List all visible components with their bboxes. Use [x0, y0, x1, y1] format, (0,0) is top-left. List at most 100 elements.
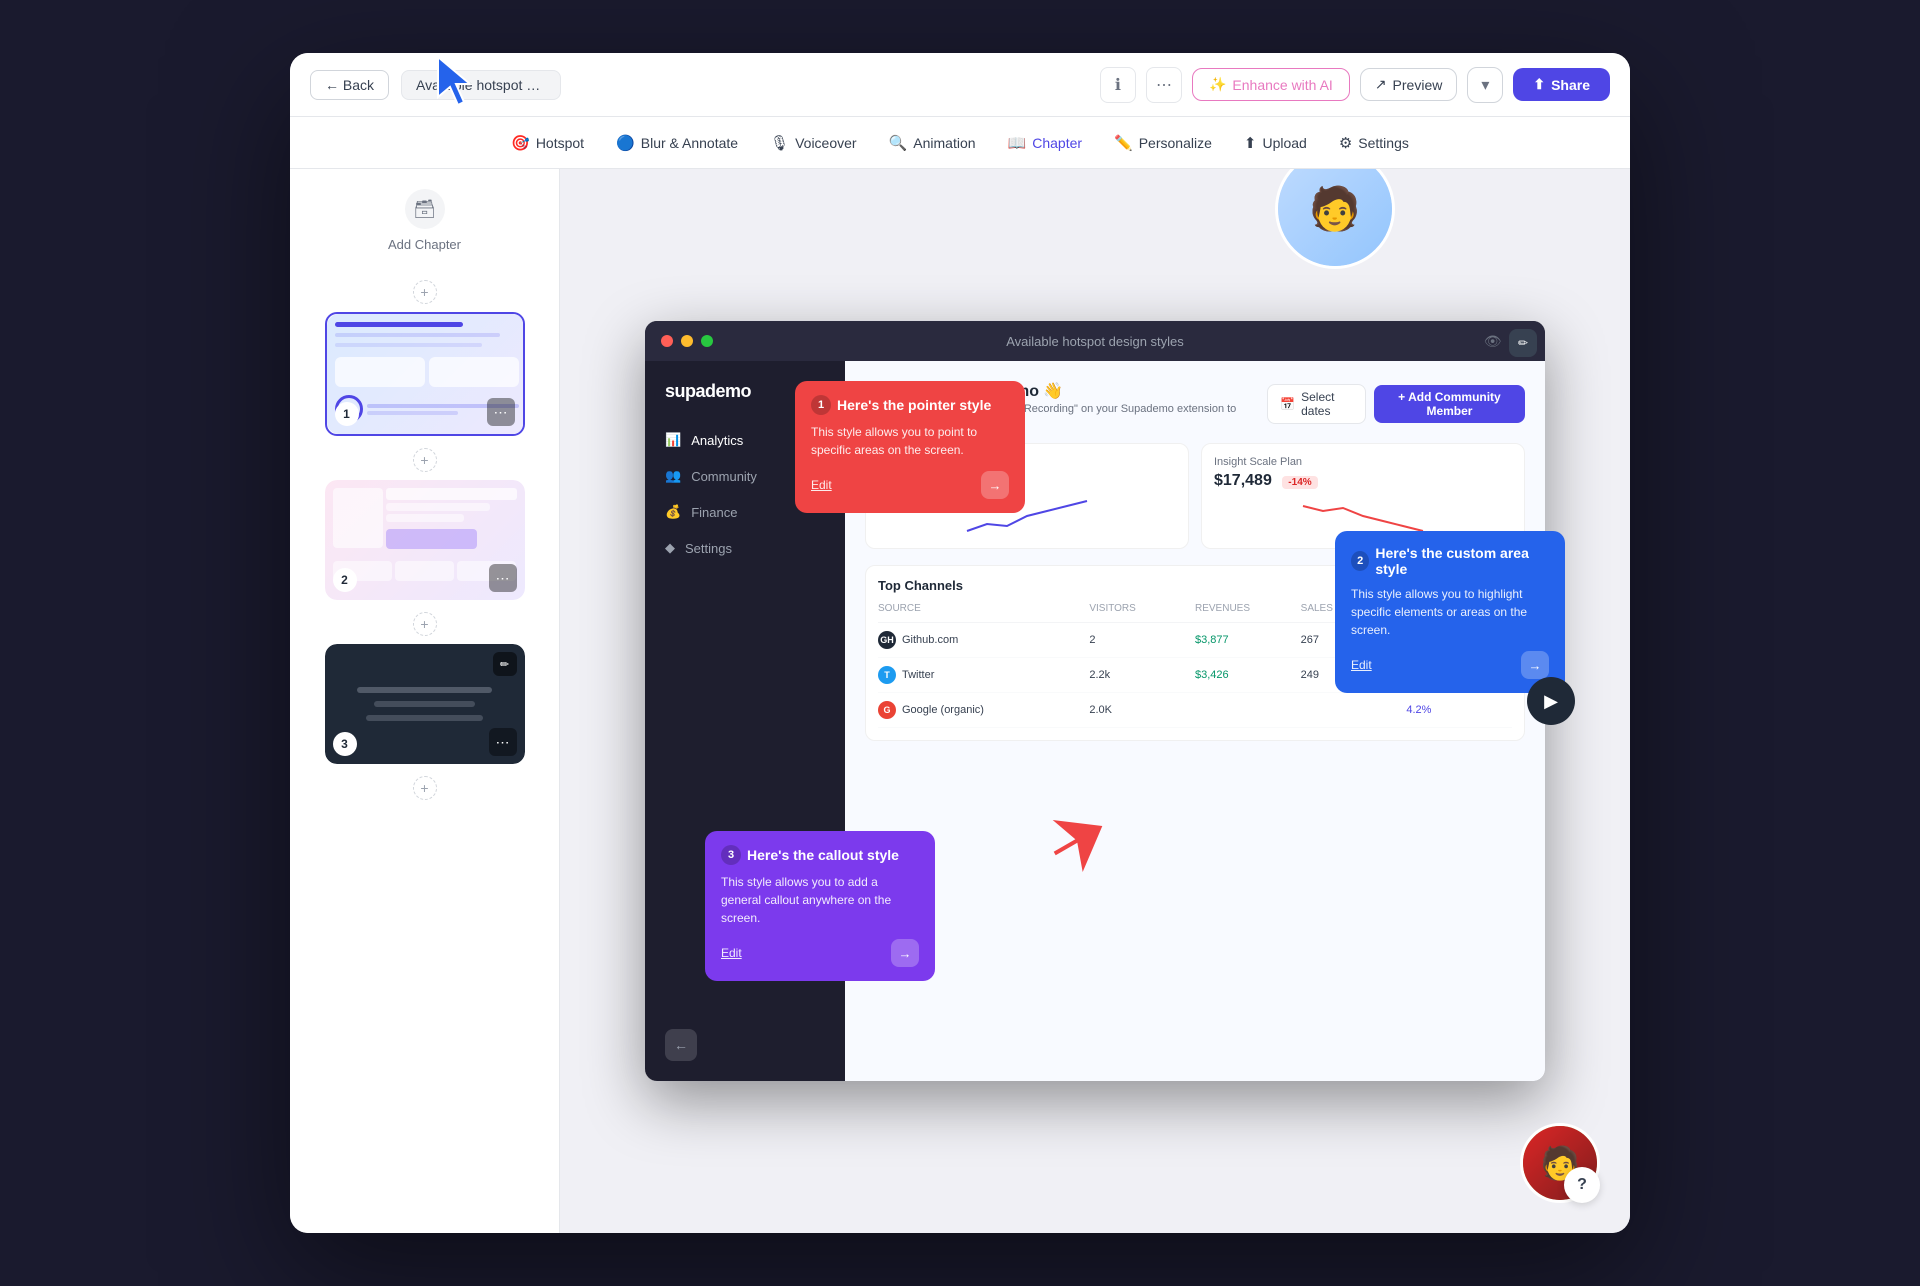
pointer-tooltip-text: This style allows you to point to specif… [811, 423, 1009, 459]
add-chapter-divider-3[interactable]: + [413, 612, 437, 636]
chapter-3-edit[interactable]: ✏ [493, 652, 517, 676]
inner-nav-settings[interactable]: ◆ Settings [645, 530, 845, 566]
add-chapter-divider-4[interactable]: + [413, 776, 437, 800]
back-arrow-button[interactable]: ← [665, 1029, 697, 1061]
sparkle-icon: ✨ [1209, 76, 1226, 93]
close-dot [661, 335, 673, 347]
chapter-item-2[interactable]: 2 ⋯ [325, 480, 525, 600]
custom-edit-link[interactable]: Edit [1351, 658, 1372, 672]
stat-scale-value-row: $17,489 -14% [1214, 472, 1512, 490]
maximize-dot [701, 335, 713, 347]
toolbar-blur[interactable]: 🔵 Blur & Annotate [602, 128, 752, 158]
community-icon: 👥 [665, 468, 681, 484]
add-chapter-divider-1[interactable]: + [413, 280, 437, 304]
header-left: ← Back Available hotspot design styles [310, 70, 561, 100]
github-visitors: 2 [1089, 634, 1195, 646]
share-label: Share [1551, 77, 1590, 93]
window-title: Available hotspot design styles [1006, 334, 1184, 349]
voiceover-label: Voiceover [795, 135, 856, 151]
table-row: G Google (organic) 2.0K 4.2% [878, 693, 1512, 728]
voiceover-icon: 🎙 [770, 134, 789, 152]
custom-tooltip: 2 Here's the custom area style This styl… [1335, 531, 1565, 693]
preview-dropdown-button[interactable]: ▾ [1467, 67, 1503, 103]
back-button[interactable]: ← Back [310, 70, 389, 100]
github-revenues: $3,877 [1195, 634, 1301, 646]
filter-button[interactable]: 📅 Select dates [1267, 384, 1366, 424]
preview-button[interactable]: ↗ Preview [1360, 68, 1458, 101]
pointer-tooltip-footer: Edit → [811, 471, 1009, 499]
chapter-1-more[interactable]: ⋯ [487, 398, 515, 426]
add-chapter-button[interactable]: 🗃 Add Chapter [388, 189, 461, 252]
add-chapter-label: Add Chapter [388, 237, 461, 252]
settings-icon: ⚙ [1339, 134, 1352, 152]
twitter-visitors: 2.2k [1089, 669, 1195, 681]
custom-tooltip-footer: Edit → [1351, 651, 1549, 679]
toolbar: 🎯 Hotspot 🔵 Blur & Annotate 🎙 Voiceover … [290, 117, 1630, 169]
more-button[interactable]: ⋯ [1146, 67, 1182, 103]
personalize-icon: ✏️ [1114, 134, 1133, 152]
main-area: 🗃 Add Chapter + [290, 169, 1630, 1233]
pointer-next-button[interactable]: → [981, 471, 1009, 499]
callout-tooltip-num: 3 [721, 845, 741, 865]
demo-window: Available hotspot design styles 👁 🌙 supa… [645, 321, 1545, 1081]
chapter-item-3[interactable]: 3 ⋯ ✏ [325, 644, 525, 764]
google-icon: G [878, 701, 896, 719]
chapter-3-number: 3 [333, 732, 357, 756]
share-button[interactable]: ⬆ Share [1513, 68, 1610, 101]
help-button[interactable]: ? [1564, 1167, 1600, 1203]
toolbar-personalize[interactable]: ✏️ Personalize [1100, 128, 1226, 158]
custom-next-button[interactable]: → [1521, 651, 1549, 679]
stat-scale-badge: -14% [1282, 476, 1317, 489]
upload-icon: ⬆ [1244, 134, 1257, 152]
stat-scale-value: $17,489 [1214, 472, 1272, 489]
toolbar-animation[interactable]: 🔍 Animation [875, 128, 990, 158]
add-chapter-divider-2[interactable]: + [413, 448, 437, 472]
stat-scale-chart [1214, 496, 1512, 536]
preview-icon: ↗ [1375, 76, 1387, 93]
animation-label: Animation [913, 135, 975, 151]
play-button[interactable]: ▶ [1527, 677, 1575, 725]
toolbar-hotspot[interactable]: 🎯 Hotspot [497, 128, 598, 158]
pointer-tooltip-title: 1 Here's the pointer style [811, 395, 1009, 415]
add-member-button[interactable]: + Add Community Member [1374, 385, 1525, 423]
info-button[interactable]: ℹ [1100, 67, 1136, 103]
header: ← Back Available hotspot design styles ℹ… [290, 53, 1630, 117]
chapter-3-more[interactable]: ⋯ [489, 728, 517, 756]
enhance-button[interactable]: ✨ Enhance with AI [1192, 68, 1350, 101]
twitter-icon: T [878, 666, 896, 684]
blur-label: Blur & Annotate [641, 135, 738, 151]
custom-tooltip-text: This style allows you to highlight speci… [1351, 585, 1549, 639]
upload-label: Upload [1262, 135, 1306, 151]
pointer-edit-link[interactable]: Edit [811, 478, 832, 492]
top-user-avatar: 🧑 [1275, 169, 1395, 269]
header-title: Available hotspot design styles [401, 70, 561, 100]
share-icon: ⬆ [1533, 76, 1545, 93]
callout-tooltip-title: 3 Here's the callout style [721, 845, 919, 865]
col-revenues: REVENUES [1195, 603, 1301, 614]
google-conversion: 4.2% [1406, 704, 1512, 716]
toolbar-upload[interactable]: ⬆ Upload [1230, 128, 1321, 158]
chapter-label: Chapter [1032, 135, 1082, 151]
pointer-tooltip-num: 1 [811, 395, 831, 415]
toolbar-settings[interactable]: ⚙ Settings [1325, 128, 1423, 158]
toolbar-voiceover[interactable]: 🎙 Voiceover [756, 128, 871, 158]
window-titlebar: Available hotspot design styles 👁 🌙 [645, 321, 1545, 361]
enhance-label: Enhance with AI [1232, 77, 1332, 93]
edit-overlay-button[interactable]: ✏ [1509, 329, 1537, 357]
blur-icon: 🔵 [616, 134, 635, 152]
twitter-label: Twitter [902, 669, 934, 681]
header-right: ℹ ⋯ ✨ Enhance with AI ↗ Preview ▾ ⬆ Shar… [1100, 67, 1610, 103]
settings-label: Settings [1358, 135, 1409, 151]
callout-edit-link[interactable]: Edit [721, 946, 742, 960]
callout-tooltip: 3 Here's the callout style This style al… [705, 831, 935, 981]
chapter-item-1[interactable]: 1 ⋯ [325, 312, 525, 436]
filter-row: 📅 Select dates + Add Community Member [1267, 384, 1525, 424]
hotspot-icon: 🎯 [511, 134, 530, 152]
chapter-2-more[interactable]: ⋯ [489, 564, 517, 592]
app-container: ← Back Available hotspot design styles ℹ… [290, 53, 1630, 1233]
toolbar-chapter[interactable]: 📖 Chapter [994, 128, 1097, 158]
hotspot-label: Hotspot [536, 135, 584, 151]
custom-tooltip-num: 2 [1351, 551, 1369, 571]
filter-label: Select dates [1301, 390, 1353, 418]
callout-next-button[interactable]: → [891, 939, 919, 967]
